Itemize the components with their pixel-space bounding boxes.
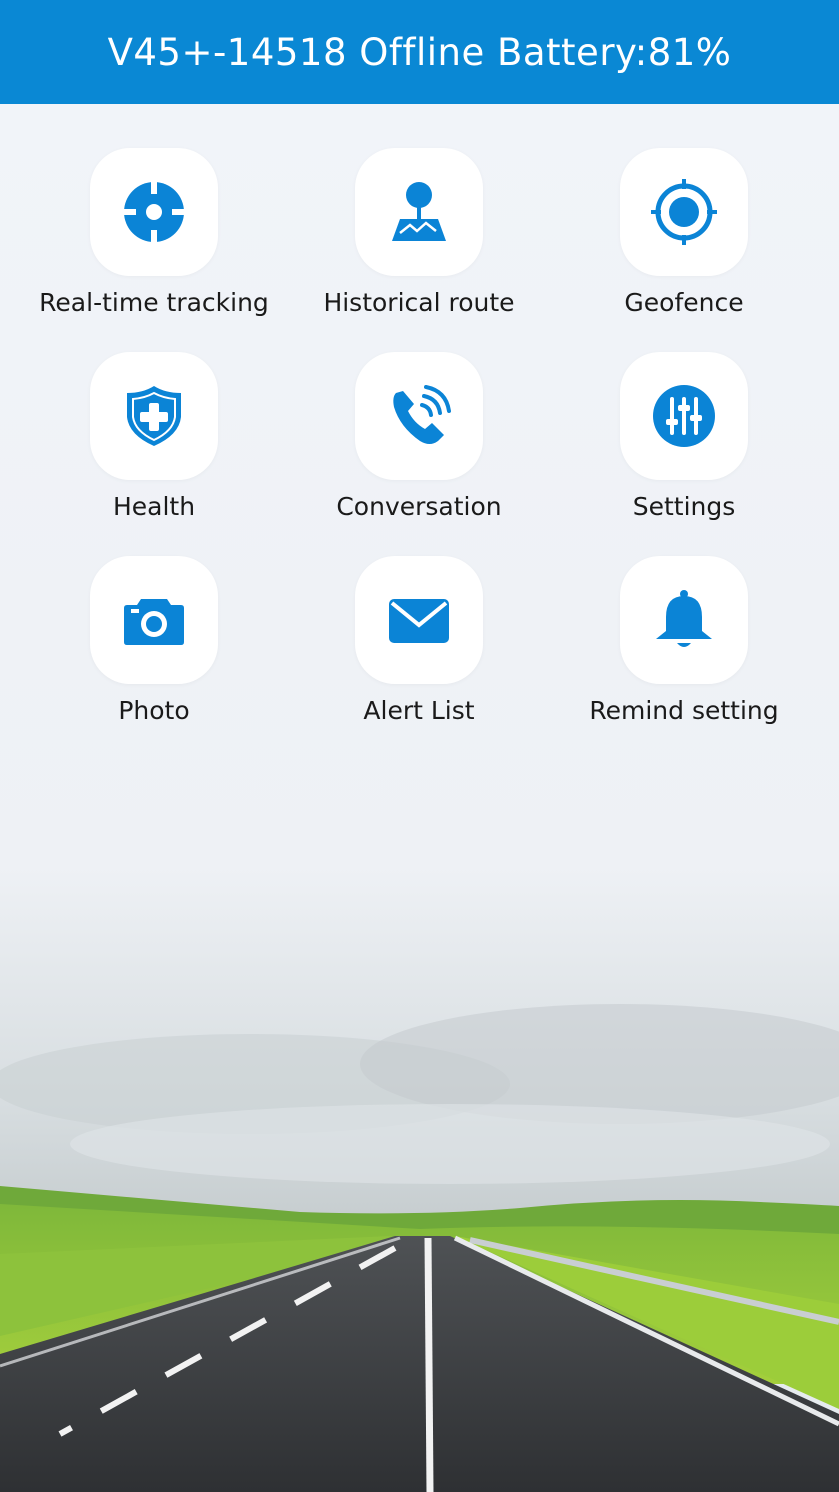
sliders-icon — [653, 385, 715, 447]
menu-item-label: Alert List — [363, 696, 475, 725]
menu-item-settings[interactable]: Settings — [544, 352, 824, 521]
phone-call-icon — [393, 385, 451, 444]
menu-item-label: Remind setting — [589, 696, 779, 725]
menu-item-label: Real-time tracking — [39, 288, 269, 317]
menu-tile[interactable] — [620, 352, 748, 480]
menu-item-historical-route[interactable]: Historical route — [279, 148, 559, 317]
menu-tile[interactable] — [355, 556, 483, 684]
menu-item-geofence[interactable]: Geofence — [544, 148, 824, 317]
menu-tile[interactable] — [620, 556, 748, 684]
menu-item-label: Conversation — [336, 492, 502, 521]
app-header: V45+-14518 Offline Battery:81% — [0, 0, 839, 104]
menu-item-label: Historical route — [323, 288, 515, 317]
menu-item-conversation[interactable]: Conversation — [279, 352, 559, 521]
target-icon — [651, 179, 717, 245]
envelope-icon — [389, 599, 449, 643]
menu-tile[interactable] — [620, 148, 748, 276]
menu-tile[interactable] — [90, 148, 218, 276]
crosshair-icon — [123, 181, 185, 243]
menu-item-realtime-tracking[interactable]: Real-time tracking — [14, 148, 294, 317]
map-pin-icon — [392, 182, 446, 241]
bell-icon — [656, 590, 712, 647]
menu-item-label: Geofence — [624, 288, 744, 317]
menu-tile[interactable] — [355, 352, 483, 480]
menu-tile[interactable] — [90, 556, 218, 684]
menu-item-remind-setting[interactable]: Remind setting — [544, 556, 824, 725]
menu-item-photo[interactable]: Photo — [14, 556, 294, 725]
menu-item-alert-list[interactable]: Alert List — [279, 556, 559, 725]
device-status-title: V45+-14518 Offline Battery:81% — [107, 30, 732, 74]
menu-item-label: Photo — [118, 696, 190, 725]
menu-item-label: Settings — [632, 492, 736, 521]
menu-item-health[interactable]: Health — [14, 352, 294, 521]
camera-icon — [124, 599, 184, 645]
menu-tile[interactable] — [355, 148, 483, 276]
menu-tile[interactable] — [90, 352, 218, 480]
menu-item-label: Health — [112, 492, 196, 521]
shield-plus-icon — [127, 386, 181, 446]
